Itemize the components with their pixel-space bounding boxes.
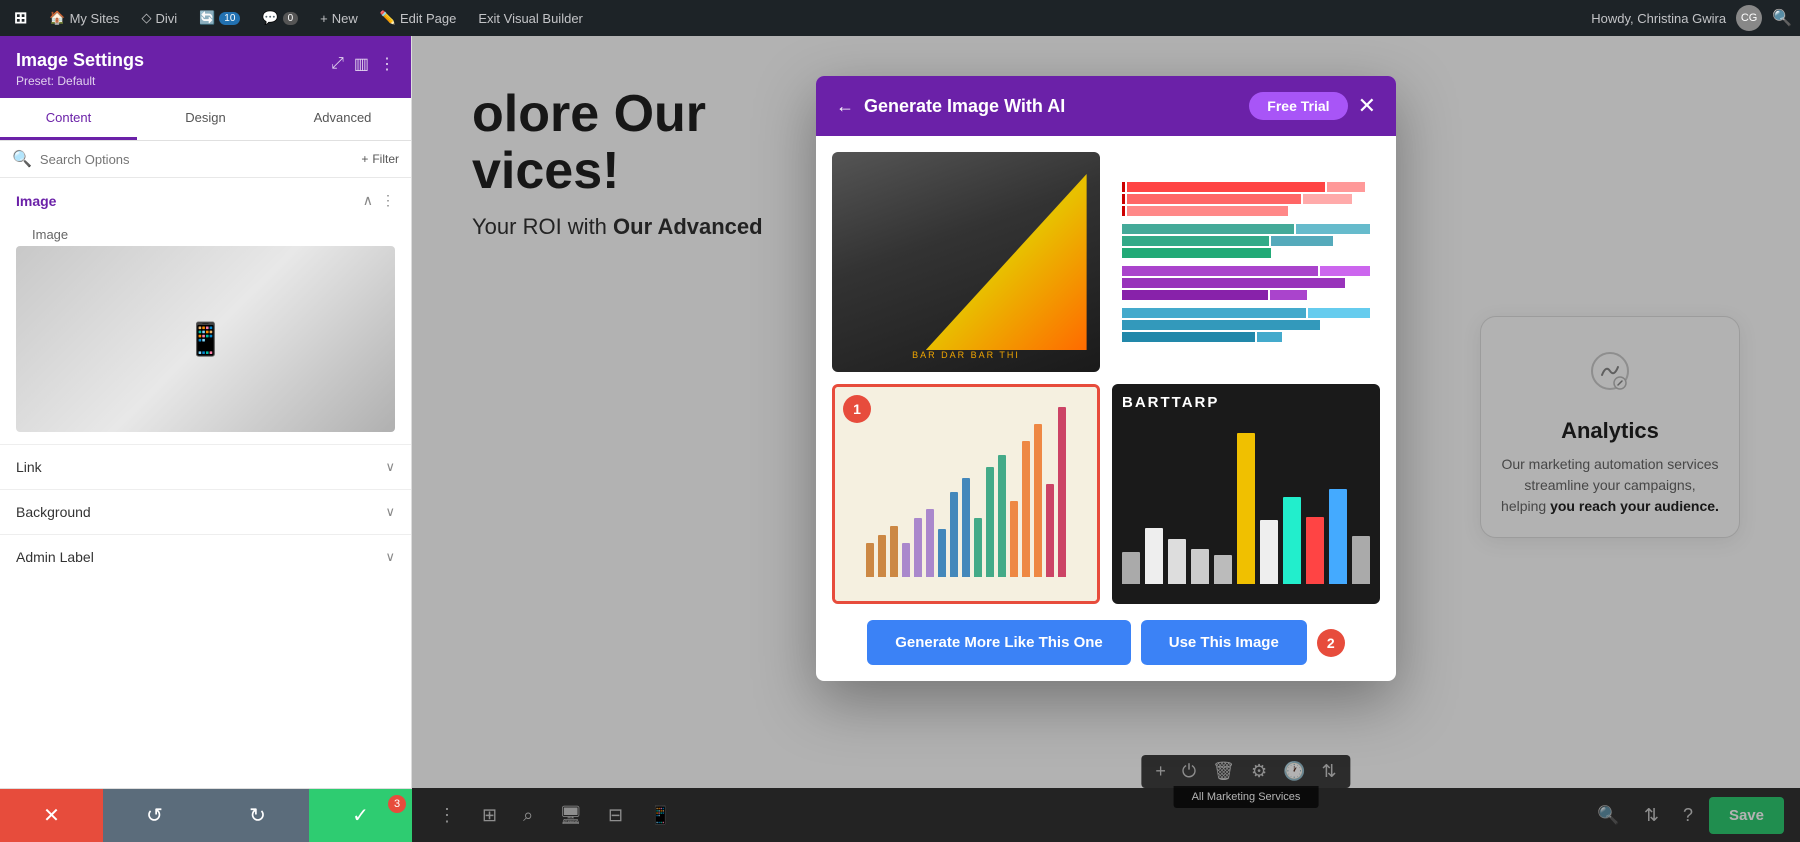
sidebar-header: Image Settings Preset: Default ⤢ ▥ ⋮ [0, 36, 411, 98]
use-image-button[interactable]: Use This Image [1141, 620, 1307, 665]
updates-icon: 🔄 [199, 10, 215, 26]
wp-icon: ⊞ [14, 8, 27, 28]
image-placeholder[interactable]: 📱 [16, 246, 395, 432]
sidebar-tabs: Content Design Advanced [0, 98, 411, 141]
generate-more-button[interactable]: Generate More Like This One [867, 620, 1131, 665]
chart1-label: BAR DAR BAR THI [912, 350, 1020, 360]
filter-label: Filter [372, 152, 399, 166]
edit-page-label: Edit Page [400, 11, 456, 26]
plus-icon: + [361, 152, 368, 166]
filter-button[interactable]: + Filter [361, 152, 399, 166]
content-area: olore Ourvices! Your ROI with Our Advanc… [412, 36, 1800, 842]
link-title: Link [16, 459, 42, 475]
ai-images-grid: BAR DAR BAR THI [832, 152, 1380, 604]
ai-modal-back-button[interactable]: ← [836, 96, 854, 117]
sidebar-search: 🔍 + Filter [0, 141, 411, 178]
selection-badge-1: 1 [843, 395, 871, 423]
comments-icon: 💬 [262, 10, 278, 26]
ai-modal-close-button[interactable]: ✕ [1358, 93, 1376, 119]
admin-label-title: Admin Label [16, 549, 94, 565]
sidebar-header-icons: ⤢ ▥ ⋮ [331, 54, 395, 74]
updates-badge: 10 [219, 12, 240, 25]
user-greeting: Howdy, Christina Gwira [1591, 11, 1726, 26]
sidebar-preset[interactable]: Preset: Default [16, 74, 144, 88]
section-controls: ∧ ⋮ [363, 192, 395, 209]
free-trial-badge[interactable]: Free Trial [1249, 92, 1347, 120]
tab-content[interactable]: Content [0, 98, 137, 140]
image-section-header: Image ∧ ⋮ [0, 178, 411, 217]
save-badge: 3 [388, 795, 406, 813]
sites-icon: 🏠 [49, 10, 65, 26]
comments-item[interactable]: 💬 0 [256, 6, 304, 30]
plus-icon: + [320, 11, 328, 26]
sidebar: Image Settings Preset: Default ⤢ ▥ ⋮ Con… [0, 36, 412, 842]
ai-image-2[interactable] [1112, 152, 1380, 372]
ai-modal-title-row: ← Generate Image With AI [836, 96, 1065, 117]
exit-builder-item[interactable]: Exit Visual Builder [472, 7, 589, 30]
modal-overlay[interactable]: ← Generate Image With AI Free Trial ✕ [412, 36, 1800, 842]
background-section[interactable]: Background ∨ [0, 489, 411, 534]
tab-design[interactable]: Design [137, 98, 274, 140]
background-arrow-icon: ∨ [385, 504, 395, 520]
new-label: New [332, 11, 358, 26]
ai-modal: ← Generate Image With AI Free Trial ✕ [816, 76, 1396, 681]
fullscreen-icon[interactable]: ⤢ [331, 55, 344, 73]
sidebar-bottom: ✕ ↺ ↻ ✓ 3 [0, 788, 412, 842]
ai-modal-title: Generate Image With AI [864, 96, 1065, 117]
ai-image-3[interactable]: 1 [832, 384, 1100, 604]
chart4-title: BARTTARP [1122, 394, 1370, 411]
more-icon[interactable]: ⋮ [379, 54, 395, 74]
new-item[interactable]: + New [314, 7, 364, 30]
use-image-badge: 2 [1317, 629, 1345, 657]
admin-label-arrow-icon: ∨ [385, 549, 395, 565]
edit-icon: ✏️ [380, 10, 396, 26]
search-icon: 🔍 [12, 149, 32, 169]
admin-bar: ⊞ 🏠 My Sites ◇ Divi 🔄 10 💬 0 + New ✏️ Ed… [0, 0, 1800, 36]
image-section-title: Image [16, 193, 56, 209]
tab-advanced[interactable]: Advanced [274, 98, 411, 140]
collapse-icon[interactable]: ∧ [363, 192, 373, 209]
undo-button[interactable]: ↺ [103, 789, 206, 842]
wp-logo-item[interactable]: ⊞ [8, 4, 33, 32]
link-section[interactable]: Link ∨ [0, 444, 411, 489]
cancel-button[interactable]: ✕ [0, 789, 103, 842]
admin-label-section[interactable]: Admin Label ∨ [0, 534, 411, 579]
main-layout: Image Settings Preset: Default ⤢ ▥ ⋮ Con… [0, 36, 1800, 842]
divi-label: Divi [155, 11, 177, 26]
layout-icon[interactable]: ▥ [354, 54, 369, 74]
sidebar-content: Image ∧ ⋮ Image 📱 Link ∨ Background [0, 178, 411, 842]
search-input[interactable] [40, 152, 353, 167]
my-sites-label: My Sites [70, 11, 120, 26]
sidebar-title: Image Settings [16, 50, 144, 71]
ai-modal-body: BAR DAR BAR THI [816, 136, 1396, 681]
my-sites-item[interactable]: 🏠 My Sites [43, 6, 125, 30]
save-button[interactable]: ✓ 3 [309, 789, 412, 842]
background-title: Background [16, 504, 91, 520]
ai-image-4[interactable]: BARTTARP [1112, 384, 1380, 604]
search-icon[interactable]: 🔍 [1772, 8, 1792, 28]
ai-modal-actions: Generate More Like This One Use This Ima… [832, 620, 1380, 665]
divi-icon: ◇ [141, 10, 151, 26]
divi-item[interactable]: ◇ Divi [135, 6, 183, 30]
admin-bar-right: Howdy, Christina Gwira CG 🔍 [1591, 5, 1792, 31]
exit-builder-label: Exit Visual Builder [478, 11, 583, 26]
edit-page-item[interactable]: ✏️ Edit Page [374, 6, 463, 30]
ai-modal-header: ← Generate Image With AI Free Trial ✕ [816, 76, 1396, 136]
image-placeholder-icon: 📱 [186, 320, 226, 358]
avatar[interactable]: CG [1736, 5, 1762, 31]
section-more-icon[interactable]: ⋮ [381, 192, 395, 209]
admin-bar-left: ⊞ 🏠 My Sites ◇ Divi 🔄 10 💬 0 + New ✏️ Ed… [8, 4, 1579, 32]
image-label: Image [16, 217, 395, 246]
redo-button[interactable]: ↻ [206, 789, 309, 842]
link-arrow-icon: ∨ [385, 459, 395, 475]
sidebar-title-area: Image Settings Preset: Default [16, 50, 144, 88]
image-preview-area: Image 📱 [0, 217, 411, 444]
ai-modal-header-right: Free Trial ✕ [1249, 92, 1376, 120]
updates-item[interactable]: 🔄 10 [193, 6, 246, 30]
ai-image-1[interactable]: BAR DAR BAR THI [832, 152, 1100, 372]
comments-badge: 0 [283, 12, 299, 25]
